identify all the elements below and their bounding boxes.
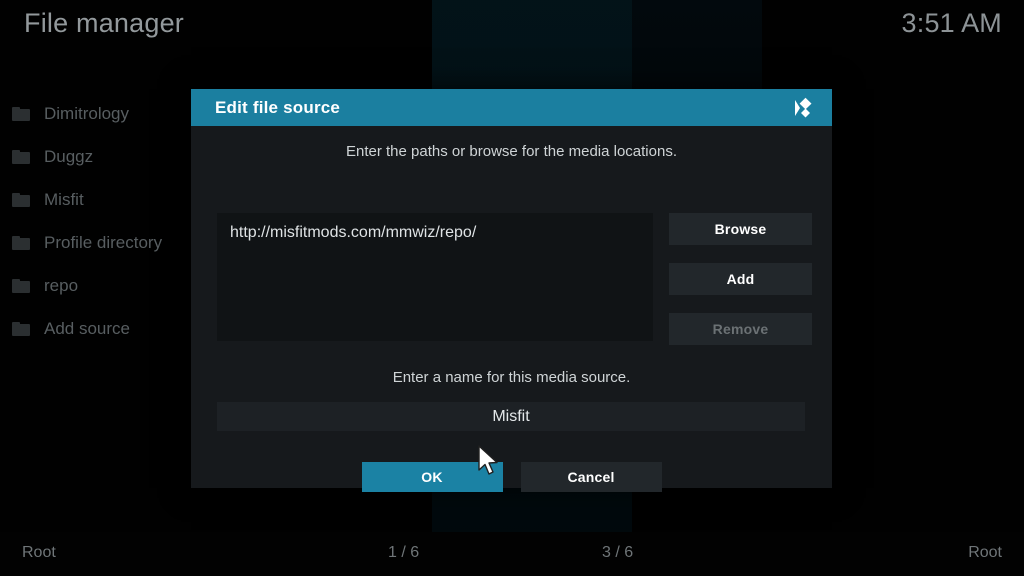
- list-item-label: Add source: [44, 318, 130, 338]
- remove-button: Remove: [669, 313, 812, 345]
- list-item-label: Misfit: [44, 189, 84, 209]
- list-item-label: Dimitrology: [44, 103, 130, 123]
- folder-icon: [12, 192, 30, 207]
- browse-button[interactable]: Browse: [669, 213, 812, 245]
- clock: 3:51 AM: [901, 8, 1002, 38]
- status-right: Root: [968, 544, 1002, 561]
- status-left: Root: [22, 544, 56, 561]
- edit-file-source-dialog: Edit file source Enter the paths or brow…: [191, 89, 832, 492]
- dialog-body: Enter the paths or browse for the media …: [191, 126, 832, 492]
- list-item-label: Profile directory: [44, 232, 163, 252]
- name-hint: Enter a name for this media source.: [392, 369, 631, 386]
- folder-icon: [12, 278, 30, 293]
- dialog-title: Edit file source: [215, 97, 341, 117]
- dialog-header: Edit file source: [191, 89, 832, 126]
- ok-button[interactable]: OK: [361, 462, 503, 492]
- add-button[interactable]: Add: [669, 263, 812, 295]
- source-name-value: Misfit: [492, 407, 530, 425]
- kodi-logo-icon: [791, 96, 815, 120]
- status-count-left: 1 / 6: [388, 544, 420, 561]
- folder-icon: [12, 106, 30, 121]
- status-bar: Root 1 / 6 3 / 6 Root: [0, 532, 1024, 576]
- paths-listbox[interactable]: http://misfitmods.com/mmwiz/repo/: [217, 213, 653, 341]
- dialog-action-row: OK Cancel: [191, 462, 832, 492]
- list-item-label: repo: [44, 275, 79, 295]
- folder-icon: [12, 321, 30, 336]
- page-title: File manager: [24, 8, 184, 38]
- paths-hint: Enter the paths or browse for the media …: [345, 143, 677, 160]
- cancel-button[interactable]: Cancel: [520, 462, 662, 492]
- paths-side-buttons: Browse Add Remove: [669, 213, 812, 345]
- source-name-input[interactable]: Misfit: [217, 402, 805, 431]
- status-count-right: 3 / 6: [602, 544, 634, 561]
- folder-icon: [12, 149, 30, 164]
- kodi-file-manager-screen: File manager 3:51 AM Dimitrology Duggz M…: [0, 0, 1024, 576]
- folder-icon: [12, 235, 30, 250]
- list-item-label: Duggz: [44, 146, 94, 166]
- path-list-item[interactable]: http://misfitmods.com/mmwiz/repo/: [217, 213, 653, 242]
